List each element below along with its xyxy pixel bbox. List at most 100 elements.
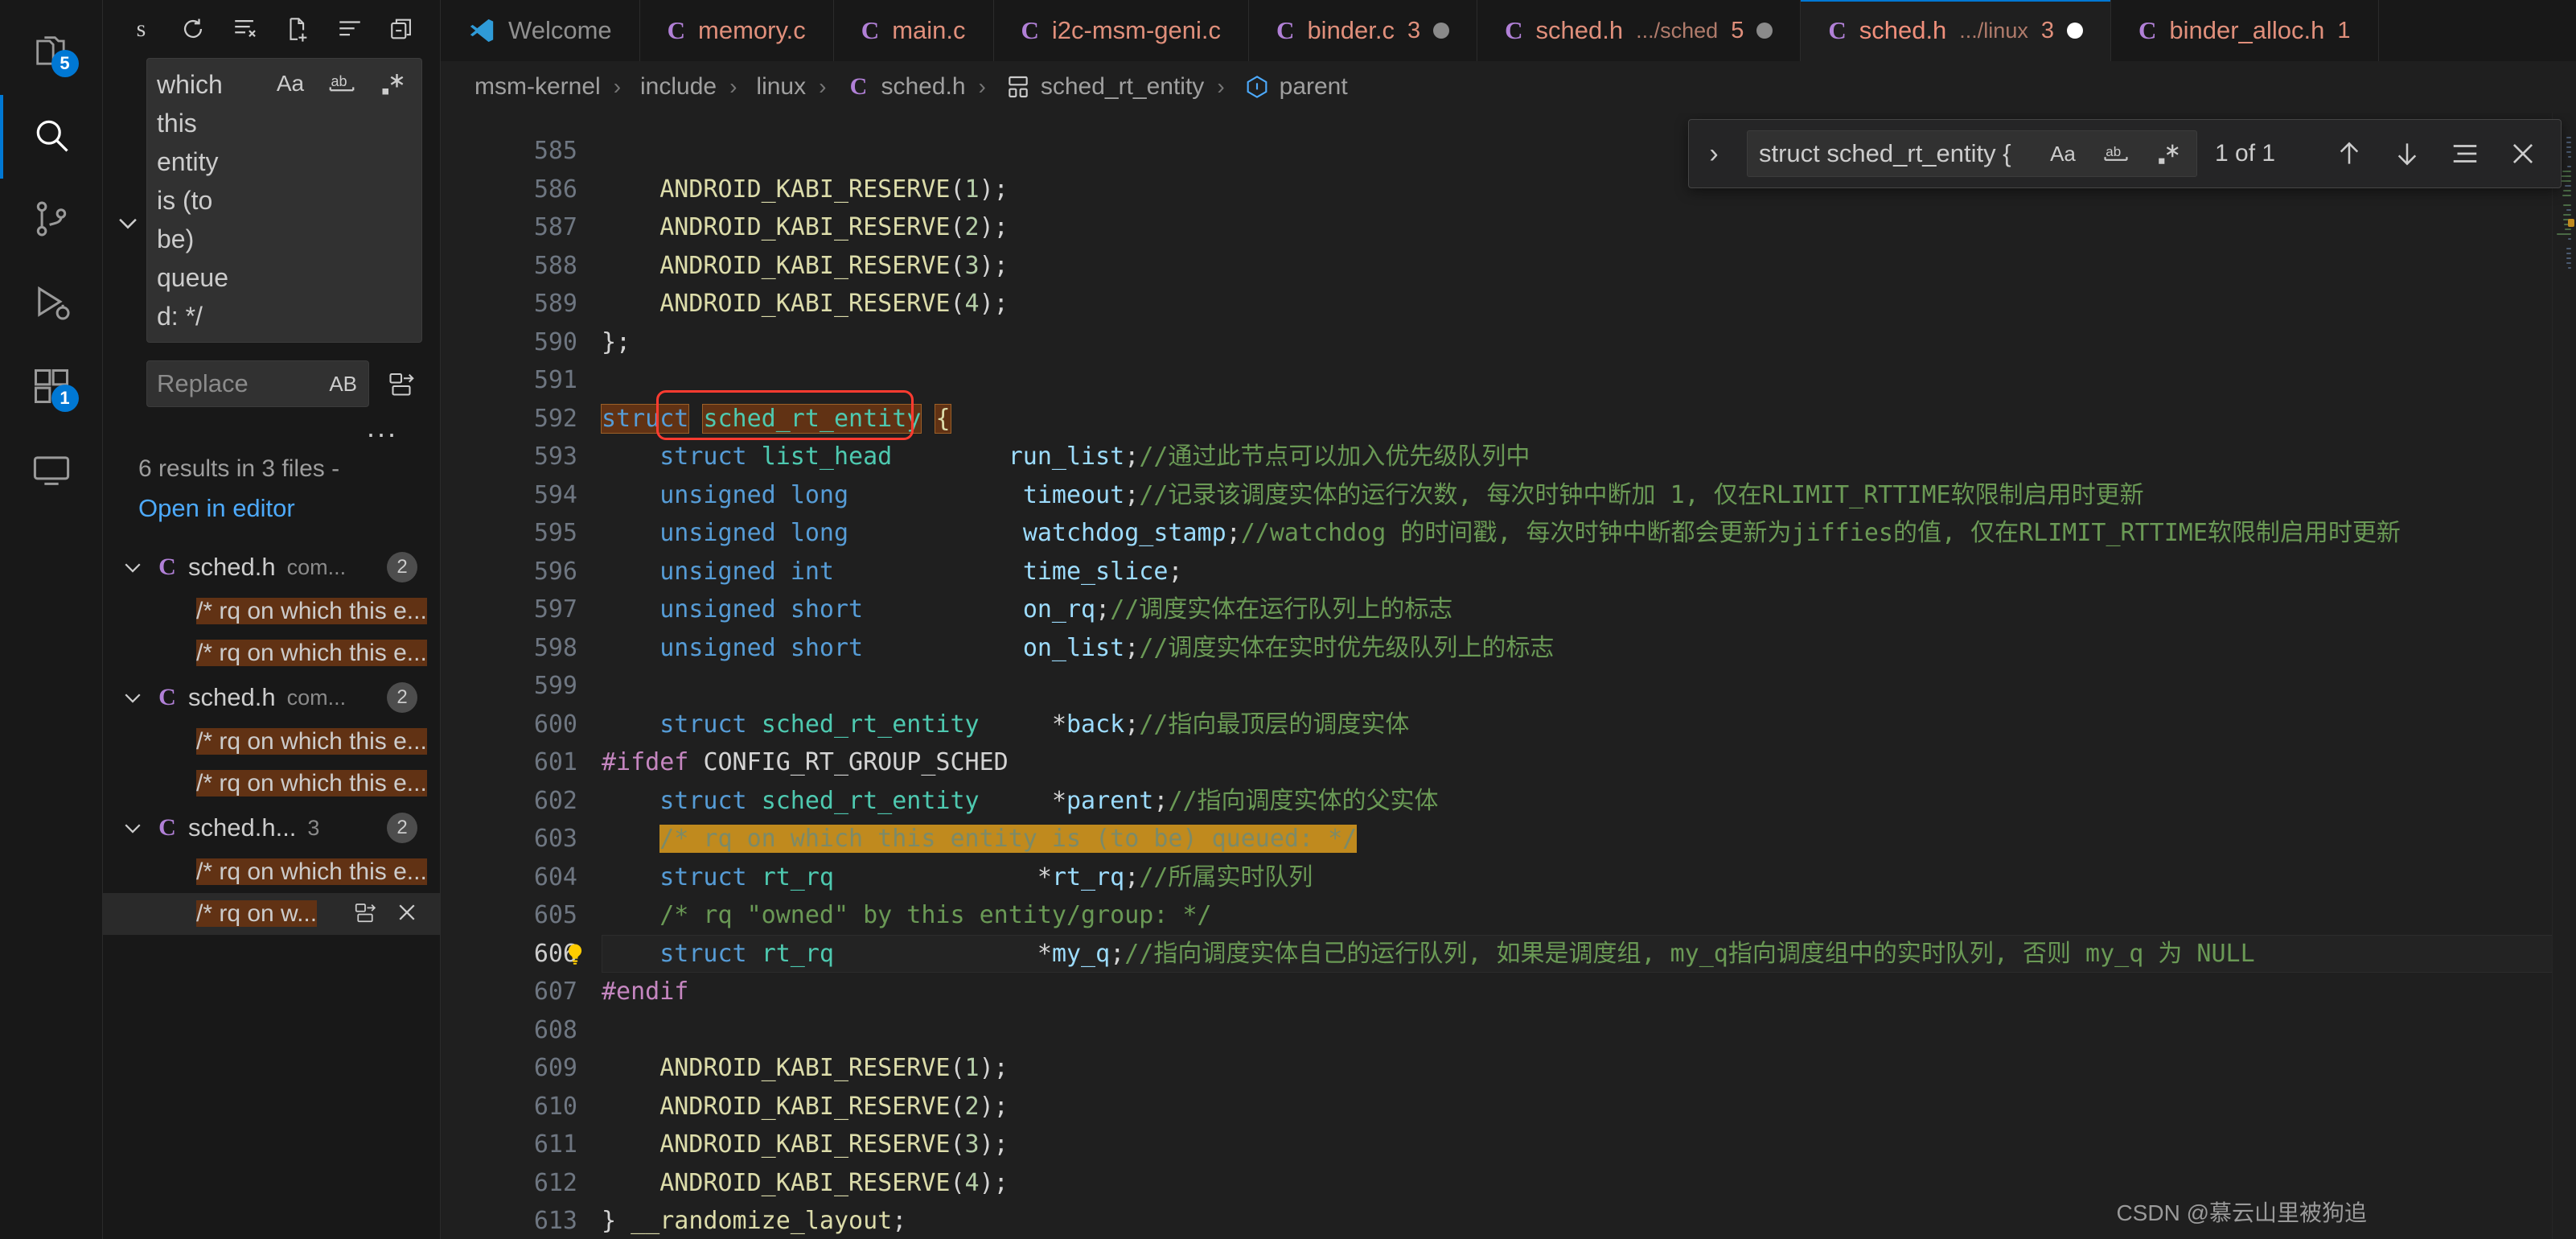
use-regex-icon[interactable] xyxy=(2153,138,2185,170)
tab-binder-alloc-h[interactable]: C binder_alloc.h 1 xyxy=(2111,0,2379,61)
breadcrumb-item-parent[interactable]: parent xyxy=(1236,73,1356,101)
code-line[interactable]: ANDROID_KABI_RESERVE(4); xyxy=(602,285,2576,323)
find-previous-button[interactable] xyxy=(2329,134,2369,174)
whole-word-icon[interactable]: ab xyxy=(325,67,359,101)
tab-sched-h-sched[interactable]: C sched.h .../sched 5 xyxy=(1477,0,1801,61)
result-match[interactable]: /* rq on which this e... xyxy=(103,763,440,805)
code-token xyxy=(602,252,659,280)
toggle-search-details-button[interactable]: s xyxy=(127,13,155,45)
code-line[interactable] xyxy=(602,1011,2576,1050)
code-line[interactable]: #endif xyxy=(602,973,2576,1011)
tab-dirty-indicator[interactable] xyxy=(1756,23,1773,39)
tab-i2c-msm-geni-c[interactable]: C i2c-msm-geni.c xyxy=(994,0,1250,61)
result-match[interactable]: /* rq on which this e... xyxy=(103,851,440,893)
result-file-0[interactable]: C sched.h com... 2 xyxy=(103,544,440,591)
tab-main-c[interactable]: C main.c xyxy=(834,0,994,61)
lightbulb-icon[interactable] xyxy=(563,940,587,969)
code-line[interactable]: /* rq "owned" by this entity/group: */ xyxy=(602,896,2576,935)
match-case-icon[interactable]: Aa xyxy=(273,67,307,101)
minimap-line xyxy=(2562,171,2571,172)
activity-item-remote-explorer[interactable] xyxy=(0,430,103,513)
activity-item-source-control[interactable] xyxy=(0,179,103,262)
code-line[interactable]: }; xyxy=(602,323,2576,362)
code-token: back xyxy=(1066,710,1124,739)
code-line[interactable]: struct rt_rq *my_q;//指向调度实体自己的运行队列, 如果是调… xyxy=(602,935,2576,974)
minimap[interactable] xyxy=(2552,113,2576,1239)
breadcrumb-item-sched-rt-entity[interactable]: sched_rt_entity › xyxy=(997,73,1236,101)
result-match[interactable]: /* rq on which this e... xyxy=(103,632,440,674)
code-line[interactable]: unsigned short on_rq;//调度实体在运行队列上的标志 xyxy=(602,591,2576,629)
activity-item-explorer[interactable]: 5 xyxy=(0,11,103,95)
code-line[interactable]: unsigned int time_slice; xyxy=(602,553,2576,591)
find-input[interactable]: struct sched_rt_entity { Aa ab xyxy=(1747,130,2197,177)
new-search-editor-button[interactable] xyxy=(283,13,311,45)
tab-dirty-indicator[interactable] xyxy=(2067,23,2083,39)
code-line[interactable] xyxy=(602,361,2576,400)
code-line[interactable]: #ifdef CONFIG_RT_GROUP_SCHED xyxy=(602,743,2576,782)
code-line[interactable]: struct sched_rt_entity *back;//指向最顶层的调度实… xyxy=(602,706,2576,744)
code-line[interactable]: unsigned short on_list;//调度实体在实时优先级队列上的标… xyxy=(602,629,2576,668)
close-icon[interactable] xyxy=(2503,134,2543,174)
breadcrumb-item-include[interactable]: include › xyxy=(632,73,748,101)
code-content[interactable]: ANDROID_KABI_RESERVE(1); ANDROID_KABI_RE… xyxy=(602,113,2576,1239)
code-token xyxy=(776,634,791,662)
preserve-case-icon[interactable]: AB xyxy=(329,372,357,397)
replace-match-icon[interactable] xyxy=(353,900,377,928)
toggle-replace-twisty[interactable] xyxy=(109,58,146,444)
activity-item-run-and-debug[interactable] xyxy=(0,262,103,346)
code-line[interactable]: /* rq on which this entity is (to be) qu… xyxy=(602,820,2576,858)
code-token: rt_rq xyxy=(762,863,834,891)
replace-input[interactable]: Replace AB xyxy=(146,360,369,407)
open-in-editor-link[interactable]: Open in editor xyxy=(138,494,440,523)
replace-all-button[interactable] xyxy=(380,363,422,405)
line-number: 601 xyxy=(441,743,577,782)
code-line[interactable]: ANDROID_KABI_RESERVE(1); xyxy=(602,1049,2576,1088)
tab-welcome[interactable]: Welcome xyxy=(441,0,640,61)
code-token xyxy=(602,940,659,968)
find-next-button[interactable] xyxy=(2387,134,2427,174)
result-file-1[interactable]: C sched.h com... 2 xyxy=(103,674,440,721)
code-editor[interactable]: 5855865875885895905915925935945955965975… xyxy=(441,113,2576,1239)
breadcrumb-item-msm-kernel[interactable]: msm-kernel › xyxy=(466,73,632,101)
tab-binder-c[interactable]: C binder.c 3 xyxy=(1249,0,1477,61)
toggle-search-details-more[interactable]: ... xyxy=(146,407,422,444)
code-line[interactable]: ANDROID_KABI_RESERVE(3); xyxy=(602,1126,2576,1164)
tab-sched-h-linux[interactable]: C sched.h .../linux 3 xyxy=(1801,0,2111,61)
activity-item-extensions[interactable]: 1 xyxy=(0,346,103,430)
result-match[interactable]: /* rq on which this e... xyxy=(103,591,440,632)
match-case-icon[interactable]: Aa xyxy=(2047,138,2079,170)
search-input[interactable]: which this entity is (to be) queue d: */… xyxy=(146,58,422,343)
code-line[interactable]: ANDROID_KABI_RESERVE(3); xyxy=(602,247,2576,286)
find-in-selection-icon[interactable] xyxy=(2445,134,2485,174)
code-line[interactable]: unsigned long timeout;//记录该调度实体的运行次数, 每次… xyxy=(602,476,2576,515)
code-line[interactable]: unsigned long watchdog_stamp;//watchdog … xyxy=(602,514,2576,553)
result-match-selected[interactable]: /* rq on w... xyxy=(103,893,440,935)
toggle-replace-icon[interactable]: › xyxy=(1699,138,1729,170)
code-token: } xyxy=(602,1207,616,1235)
minimap-line xyxy=(2566,146,2571,148)
whole-word-icon[interactable]: ab xyxy=(2100,138,2132,170)
code-line[interactable]: struct list_head run_list;//通过此节点可以加入优先级… xyxy=(602,438,2576,476)
breadcrumb-item-linux[interactable]: linux › xyxy=(748,73,837,101)
tab-memory-c[interactable]: C memory.c xyxy=(640,0,834,61)
refresh-search-button[interactable] xyxy=(179,13,207,45)
code-line[interactable]: struct sched_rt_entity *parent;//指向调度实体的… xyxy=(602,782,2576,821)
chevron-down-icon[interactable] xyxy=(114,816,151,840)
result-file-2[interactable]: C sched.h... 3 2 xyxy=(103,805,440,851)
code-line[interactable]: ANDROID_KABI_RESERVE(2); xyxy=(602,1088,2576,1126)
clear-search-results-button[interactable] xyxy=(232,13,260,45)
collapse-all-button[interactable] xyxy=(388,13,416,45)
code-line[interactable] xyxy=(602,667,2576,706)
code-line[interactable]: struct rt_rq *rt_rq;//所属实时队列 xyxy=(602,858,2576,897)
tab-dirty-indicator[interactable] xyxy=(1433,23,1449,39)
breadcrumb-item-sched-h[interactable]: C sched.h › xyxy=(837,73,996,101)
use-regex-icon[interactable] xyxy=(376,67,410,101)
chevron-down-icon[interactable] xyxy=(114,555,151,579)
code-line[interactable]: ANDROID_KABI_RESERVE(2); xyxy=(602,208,2576,247)
code-line[interactable]: struct sched_rt_entity { xyxy=(602,400,2576,438)
chevron-down-icon[interactable] xyxy=(114,685,151,710)
activity-item-search[interactable] xyxy=(0,95,103,179)
result-match[interactable]: /* rq on which this e... xyxy=(103,721,440,763)
view-as-list-button[interactable] xyxy=(335,13,364,45)
dismiss-match-icon[interactable] xyxy=(395,900,419,928)
